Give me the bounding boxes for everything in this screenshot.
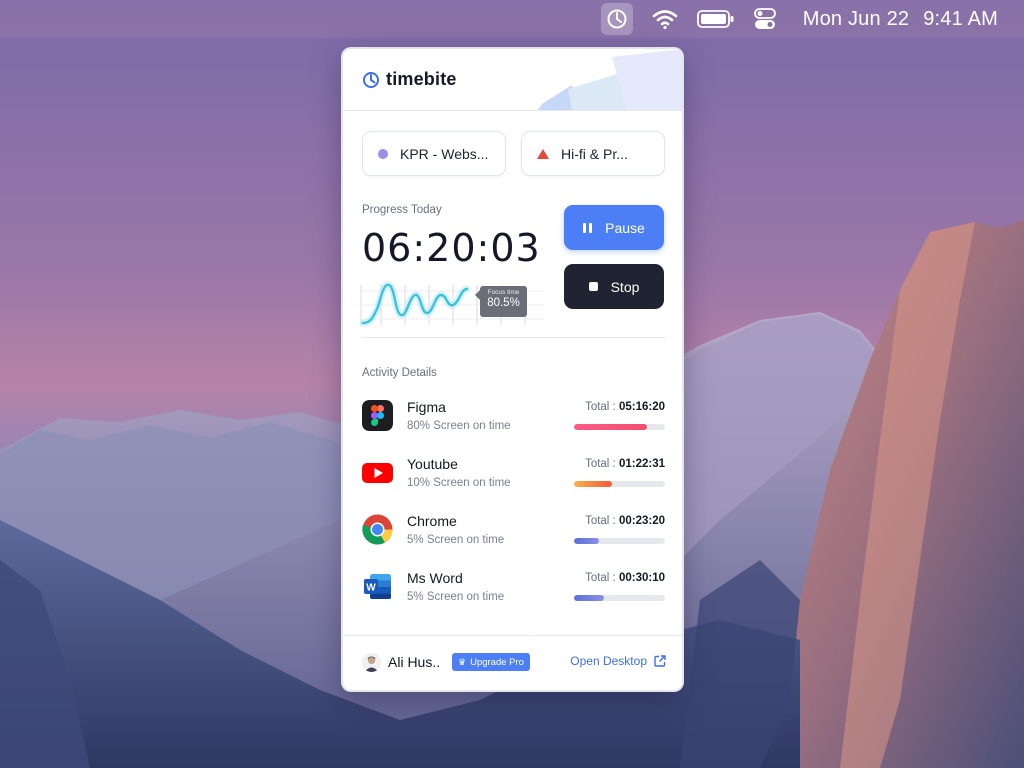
activity-row-youtube[interactable]: Youtube 10% Screen on time Total : 01:22…	[362, 455, 665, 512]
usage-bar	[574, 424, 665, 430]
wifi-icon[interactable]	[651, 4, 679, 34]
usage-bar	[574, 538, 665, 544]
figma-icon	[362, 400, 393, 431]
activity-label: Activity Details	[362, 367, 437, 379]
app-total: Total : 01:22:31	[585, 458, 665, 470]
tooltip-value: 80.5%	[487, 297, 520, 309]
progress-label: Progress Today	[362, 204, 442, 216]
total-value: 01:22:31	[618, 458, 665, 470]
total-value: 05:16:20	[618, 401, 665, 413]
app-name: timebite	[386, 69, 457, 89]
battery-icon[interactable]	[696, 4, 735, 34]
timebite-menu-icon[interactable]	[600, 3, 633, 35]
app-total: Total : 00:23:20	[585, 515, 665, 527]
total-prefix: Total :	[585, 515, 616, 527]
upgrade-label: Upgrade Pro	[470, 656, 524, 668]
pause-icon	[583, 222, 593, 233]
usage-bar	[574, 481, 665, 487]
youtube-icon	[362, 463, 393, 483]
app-name: Ms Word	[407, 570, 463, 586]
tooltip-label: Focus time	[487, 289, 520, 296]
activity-list: Figma 80% Screen on time Total : 05:16:2…	[362, 398, 665, 626]
app-name: Youtube	[407, 456, 458, 472]
pause-button[interactable]: Pause	[564, 205, 664, 250]
pause-button-label: Pause	[605, 219, 645, 236]
menu-bar: Mon Jun 22 9:41 AM	[0, 0, 1024, 38]
popup-header: timebite	[343, 49, 682, 111]
project-circle-icon	[378, 148, 388, 159]
app-name: Chrome	[407, 513, 457, 529]
word-icon: W	[364, 574, 391, 599]
usage-bar-fill	[574, 481, 613, 487]
upgrade-pro-button[interactable]: ♛ Upgrade Pro	[452, 653, 530, 671]
header-decoration	[537, 49, 682, 110]
total-value: 00:30:10	[618, 572, 665, 584]
activity-row-figma[interactable]: Figma 80% Screen on time Total : 05:16:2…	[362, 398, 665, 455]
usage-bar-fill	[574, 595, 605, 601]
project-chip-hifi[interactable]: Hi-fi & Pr...	[521, 131, 665, 176]
timer-display: 06:20:03	[362, 226, 541, 270]
total-prefix: Total :	[585, 572, 616, 584]
usage-bar-fill	[574, 538, 600, 544]
project-chip-kpr[interactable]: KPR - Webs...	[362, 131, 506, 176]
app-name: Figma	[407, 399, 446, 415]
timebite-popup: timebite KPR - Webs... Hi-fi & Pr... Pro…	[341, 47, 684, 692]
stop-button[interactable]: Stop	[564, 264, 664, 309]
total-prefix: Total :	[585, 458, 616, 470]
menubar-date[interactable]: Mon Jun 22	[803, 8, 910, 31]
app-screen-time: 10% Screen on time	[407, 477, 511, 489]
app-screen-time: 5% Screen on time	[407, 591, 505, 603]
section-divider	[362, 337, 665, 338]
open-desktop-label: Open Desktop	[570, 654, 647, 668]
project-label: Hi-fi & Pr...	[561, 145, 628, 162]
timebite-logo-icon	[363, 71, 379, 88]
app-total: Total : 05:16:20	[585, 401, 665, 413]
stop-icon	[588, 282, 598, 291]
open-desktop-link[interactable]: Open Desktop	[570, 654, 666, 668]
menubar-time[interactable]: 9:41 AM	[923, 8, 998, 31]
chrome-icon	[362, 514, 393, 545]
focus-tooltip: Focus time 80.5%	[475, 286, 527, 317]
stop-button-label: Stop	[610, 278, 640, 295]
control-center-icon[interactable]	[753, 4, 777, 34]
external-link-icon	[654, 655, 666, 667]
svg-text:W: W	[366, 583, 376, 594]
app-total: Total : 00:30:10	[585, 572, 665, 584]
total-prefix: Total :	[585, 401, 616, 413]
usage-bar	[574, 595, 665, 601]
user-name[interactable]: Ali Hus..	[388, 654, 440, 670]
activity-row-ms-word[interactable]: W Ms Word 5% Screen on time Total : 00:3…	[362, 569, 665, 626]
app-screen-time: 5% Screen on time	[407, 534, 505, 546]
app-screen-time: 80% Screen on time	[407, 420, 511, 432]
avatar[interactable]	[362, 653, 381, 672]
project-label: KPR - Webs...	[400, 145, 489, 162]
crown-icon: ♛	[458, 656, 467, 667]
project-triangle-icon	[537, 148, 549, 159]
activity-row-chrome[interactable]: Chrome 5% Screen on time Total : 00:23:2…	[362, 512, 665, 569]
usage-bar-fill	[574, 424, 647, 430]
project-selector: KPR - Webs... Hi-fi & Pr...	[362, 131, 665, 177]
total-value: 00:23:20	[618, 515, 665, 527]
popup-footer: Ali Hus.. ♛ Upgrade Pro Open Desktop	[343, 635, 682, 690]
